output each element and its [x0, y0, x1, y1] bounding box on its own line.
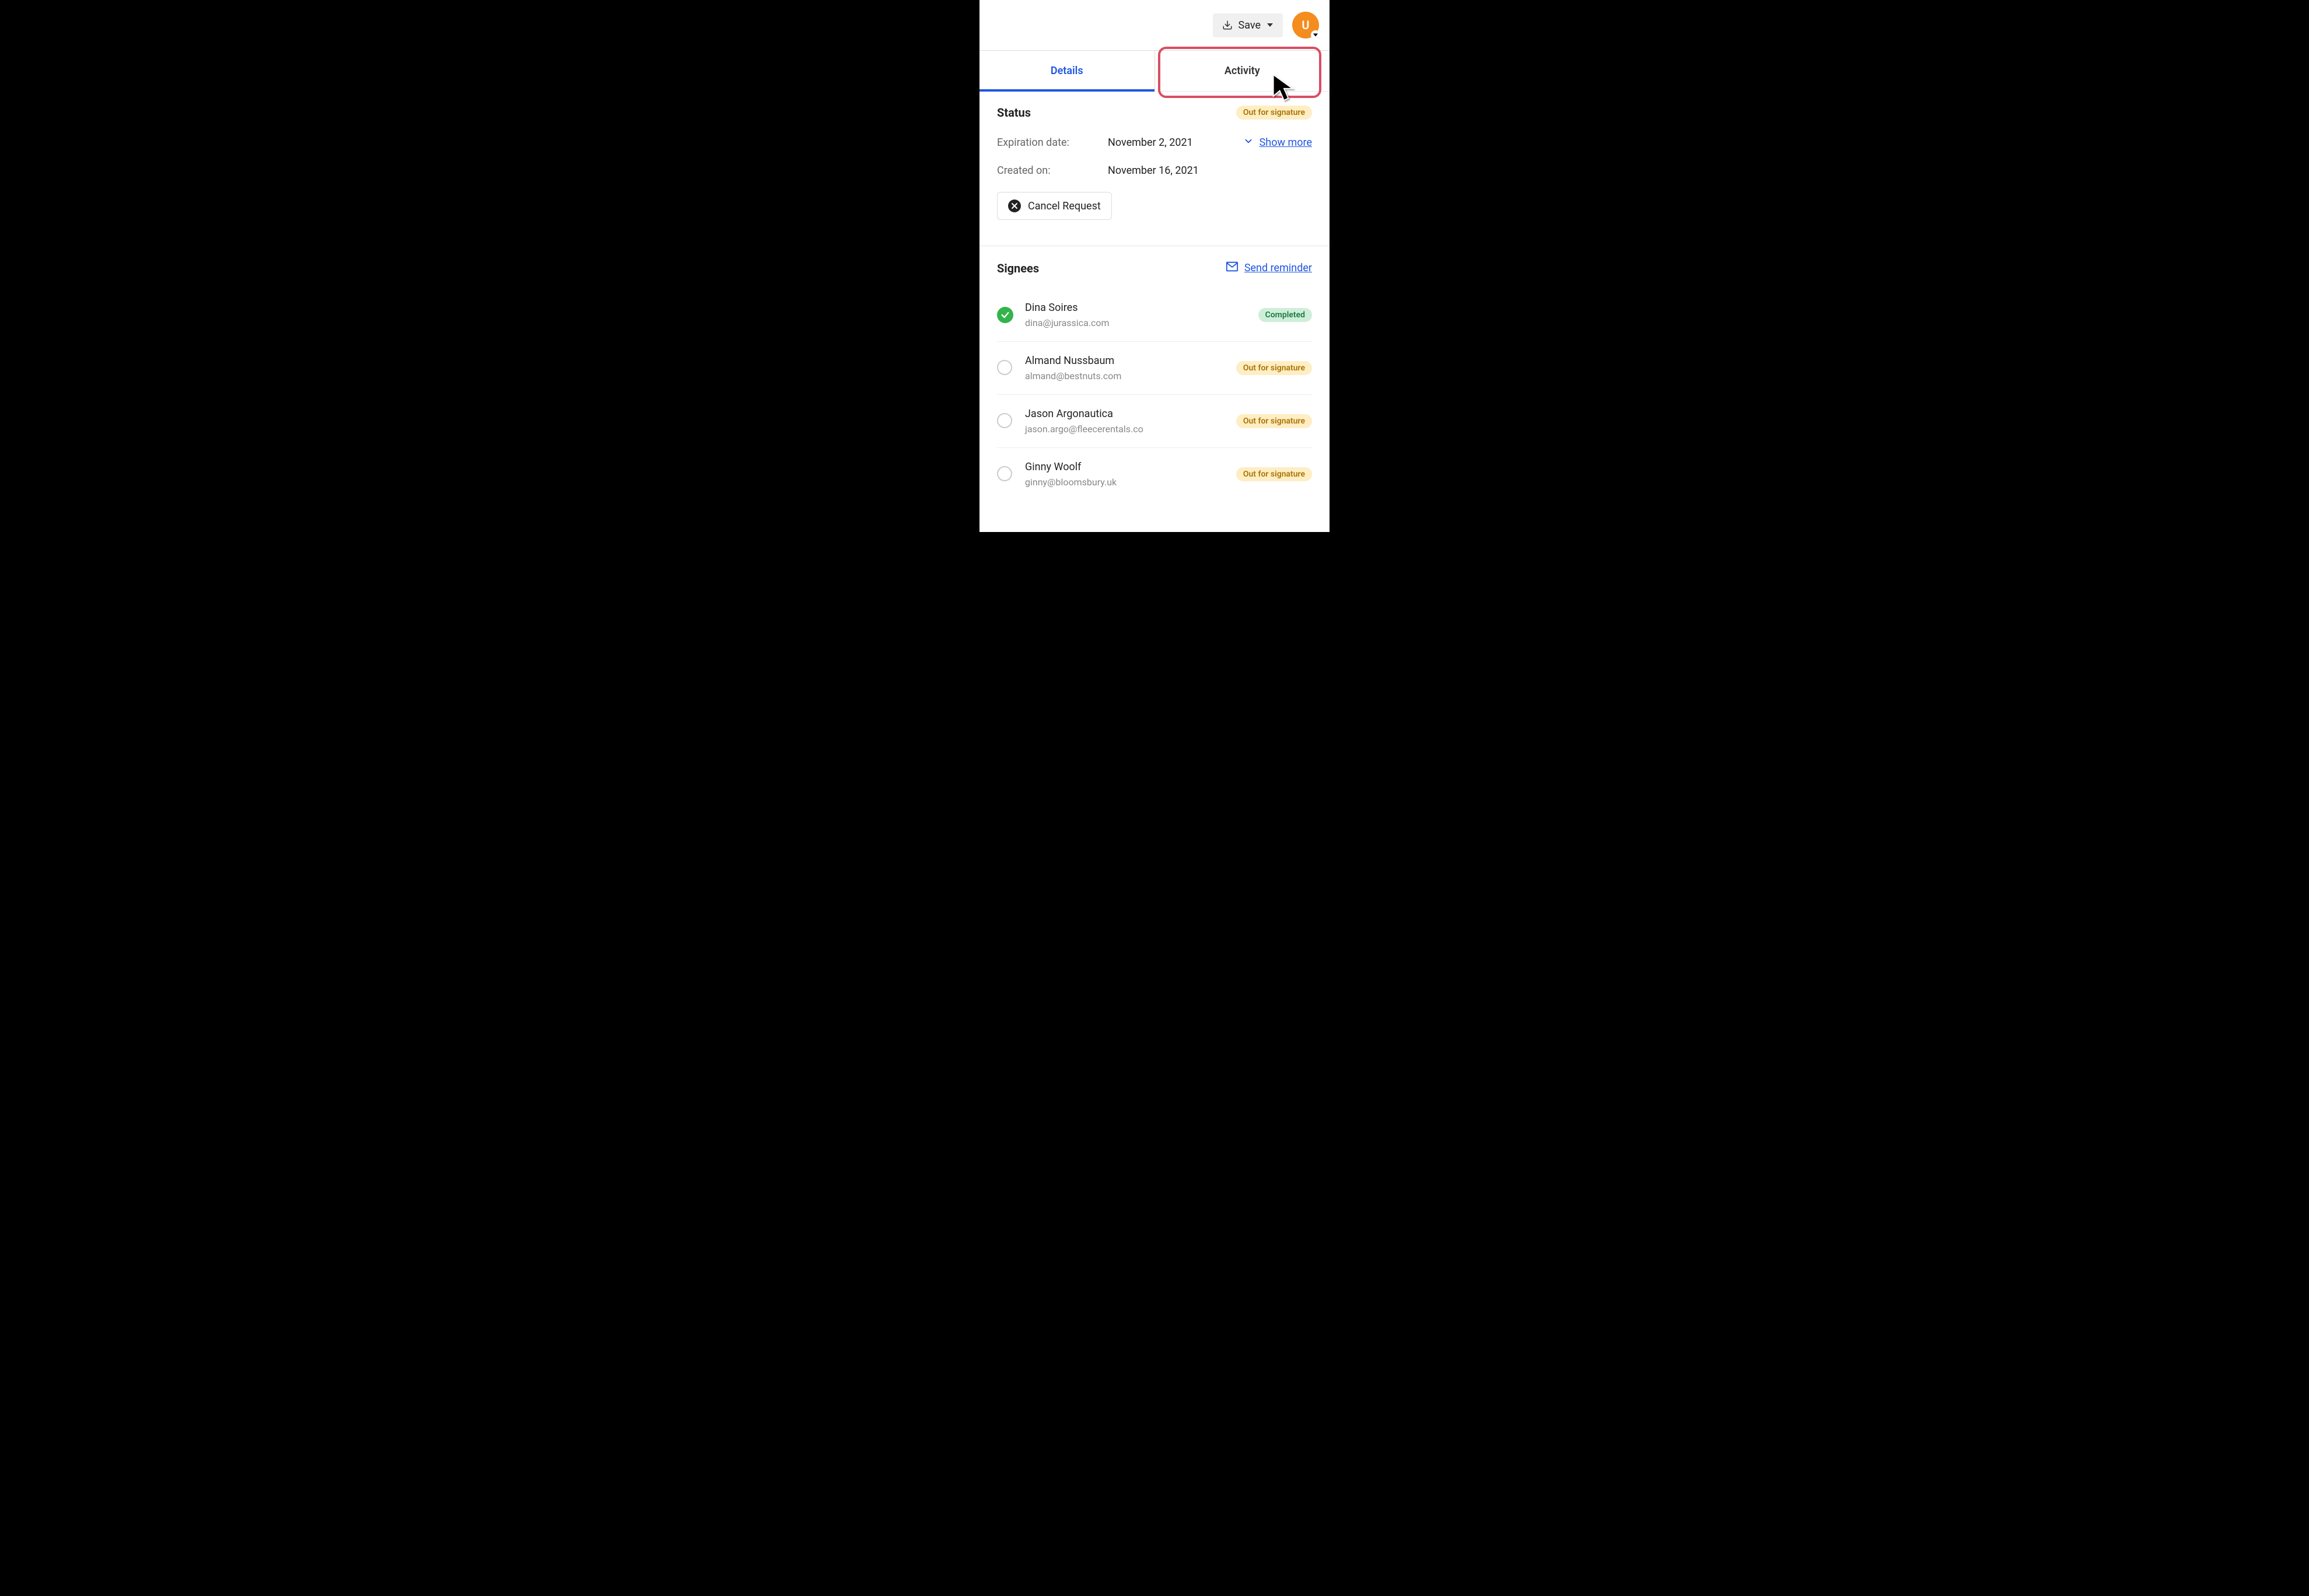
- pending-circle-icon: [997, 466, 1013, 482]
- created-value: November 16, 2021: [1108, 164, 1312, 177]
- cancel-request-button[interactable]: Cancel Request: [997, 192, 1112, 220]
- mail-icon: [1226, 260, 1239, 276]
- signee-email: dina@jurassica.com: [1025, 317, 1247, 328]
- show-more-label: Show more: [1260, 136, 1312, 149]
- signee-row: Ginny Woolf ginny@bloomsbury.uk Out for si…: [997, 448, 1312, 501]
- avatar-caret-icon: [1311, 30, 1320, 40]
- chevron-down-icon: [1243, 136, 1254, 149]
- signee-name: Ginny Woolf: [1025, 461, 1225, 473]
- signee-info: Jason Argonautica jason.argo@fleecerental…: [1025, 408, 1225, 435]
- tab-details[interactable]: Details: [979, 51, 1154, 91]
- cancel-icon: [1008, 200, 1021, 212]
- status-section: Status Out for signature Expiration date…: [979, 92, 1330, 234]
- signees-section: Signees Send reminder Dina Soires dina@ju…: [979, 246, 1330, 501]
- created-label: Created on:: [997, 164, 1108, 177]
- signee-name: Almand Nussbaum: [1025, 355, 1225, 367]
- signee-status-badge: Out for signature: [1236, 414, 1312, 428]
- signees-title: Signees: [997, 261, 1039, 275]
- avatar-initial: U: [1302, 18, 1309, 32]
- show-more-link[interactable]: Show more: [1243, 136, 1312, 149]
- signee-name: Dina Soires: [1025, 302, 1247, 314]
- status-title: Status: [997, 106, 1031, 120]
- send-reminder-label: Send reminder: [1244, 262, 1312, 274]
- tab-activity[interactable]: Activity: [1155, 51, 1330, 91]
- expiration-value: November 2, 2021: [1108, 136, 1243, 149]
- signee-name: Jason Argonautica: [1025, 408, 1225, 420]
- tab-bar: Details Activity: [979, 50, 1330, 92]
- save-label: Save: [1239, 19, 1261, 32]
- signee-status-badge: Completed: [1258, 308, 1312, 322]
- signee-info: Almand Nussbaum almand@bestnuts.com: [1025, 355, 1225, 382]
- created-row: Created on: November 16, 2021: [997, 161, 1312, 188]
- signee-info: Dina Soires dina@jurassica.com: [1025, 302, 1247, 328]
- pending-circle-icon: [997, 413, 1013, 429]
- signee-row: Almand Nussbaum almand@bestnuts.com Out fo…: [997, 342, 1312, 395]
- tab-activity-label: Activity: [1225, 65, 1260, 77]
- signee-email: jason.argo@fleecerentals.co: [1025, 424, 1225, 435]
- signee-status-badge: Out for signature: [1236, 361, 1312, 375]
- signee-row: Jason Argonautica jason.argo@fleecerental…: [997, 395, 1312, 448]
- status-badge: Out for signature: [1236, 106, 1312, 120]
- signee-status-badge: Out for signature: [1236, 467, 1312, 481]
- signee-email: almand@bestnuts.com: [1025, 370, 1225, 382]
- check-circle-icon: [997, 307, 1013, 323]
- signee-row: Dina Soires dina@jurassica.com Completed: [997, 289, 1312, 342]
- tab-details-label: Details: [1051, 65, 1083, 77]
- save-button[interactable]: Save: [1213, 13, 1283, 37]
- download-icon: [1222, 20, 1233, 30]
- signee-email: ginny@bloomsbury.uk: [1025, 477, 1225, 488]
- cancel-label: Cancel Request: [1028, 200, 1101, 212]
- user-avatar-menu[interactable]: U: [1292, 12, 1319, 38]
- caret-down-icon: [1267, 22, 1274, 29]
- expiration-label: Expiration date:: [997, 136, 1108, 149]
- details-panel: Save U Details Activity Status Out for s…: [979, 0, 1330, 532]
- pending-circle-icon: [997, 360, 1013, 376]
- signee-info: Ginny Woolf ginny@bloomsbury.uk: [1025, 461, 1225, 488]
- signee-list: Dina Soires dina@jurassica.com Completed Al…: [997, 289, 1312, 501]
- expiration-row: Expiration date: November 2, 2021 Show m…: [997, 132, 1312, 161]
- send-reminder-link[interactable]: Send reminder: [1226, 260, 1312, 276]
- panel-header: Save U: [979, 0, 1330, 50]
